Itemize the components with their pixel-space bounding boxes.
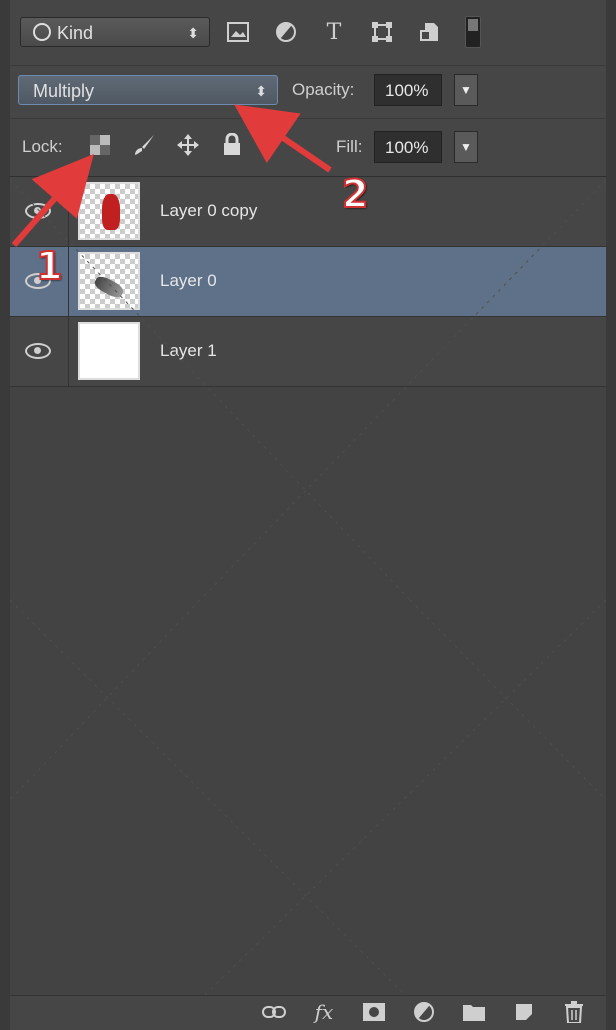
- panel-right-edge: [606, 0, 616, 1030]
- layer-name[interactable]: Layer 1: [160, 341, 217, 361]
- adjustment-filter-icon[interactable]: [273, 19, 299, 45]
- panel-left-edge: [0, 0, 10, 1030]
- visibility-eye-icon[interactable]: [24, 199, 52, 223]
- layer-divider: [68, 317, 69, 387]
- fill-dropdown-button[interactable]: ▼: [454, 131, 478, 163]
- layers-bottom-toolbar: fx: [10, 995, 606, 1030]
- lock-bar: Lock: Fill: 100% ▼: [10, 118, 606, 177]
- filter-icons: T: [225, 16, 481, 48]
- shape-filter-icon[interactable]: [369, 19, 395, 45]
- layers-panel: Kind ⬍ T Multiply ⬍ Opacity: 100% ▼ Lock…: [10, 0, 606, 1030]
- opacity-label: Opacity:: [292, 80, 355, 99]
- layer-thumbnail[interactable]: [78, 322, 140, 380]
- smart-object-filter-icon[interactable]: [417, 19, 443, 45]
- bottom-icons: fx: [262, 1000, 586, 1024]
- smudge-thumbnail-art: [92, 273, 126, 301]
- dropdown-arrows-icon: ⬍: [187, 25, 199, 41]
- add-mask-icon[interactable]: [362, 1000, 386, 1024]
- lock-label: Lock:: [22, 137, 63, 156]
- opacity-field[interactable]: 100%: [374, 74, 442, 106]
- layer-divider: [68, 247, 69, 317]
- image-filter-icon[interactable]: [225, 19, 251, 45]
- fill-field[interactable]: 100%: [374, 131, 442, 163]
- new-layer-icon[interactable]: [512, 1000, 536, 1024]
- opacity-dropdown-button[interactable]: ▼: [454, 74, 478, 106]
- blend-bar: Multiply ⬍ Opacity: 100% ▼: [10, 65, 606, 119]
- layer-name[interactable]: Layer 0: [160, 271, 217, 291]
- lock-icons: [88, 133, 244, 157]
- lock-position-move-icon[interactable]: [176, 133, 200, 157]
- type-filter-icon[interactable]: T: [321, 19, 347, 45]
- layer-style-fx-icon[interactable]: fx: [312, 1000, 336, 1024]
- layer-divider: [68, 177, 69, 247]
- annotation-number-1: 1: [35, 243, 63, 289]
- visibility-eye-icon[interactable]: [24, 339, 52, 363]
- filter-bar: Kind ⬍ T: [10, 0, 606, 65]
- red-figure-thumbnail-art: [102, 194, 120, 230]
- fill-label: Fill:: [336, 137, 363, 156]
- layer-name[interactable]: Layer 0 copy: [160, 201, 257, 221]
- layer-row[interactable]: Layer 1: [10, 317, 606, 387]
- blend-mode-select[interactable]: Multiply ⬍: [18, 75, 278, 105]
- filter-kind-select[interactable]: Kind ⬍: [20, 17, 210, 47]
- delete-trash-icon[interactable]: [562, 1000, 586, 1024]
- layer-thumbnail[interactable]: [78, 252, 140, 310]
- layer-row[interactable]: Layer 0 copy: [10, 177, 606, 247]
- layer-thumbnail[interactable]: [78, 182, 140, 240]
- search-icon: [33, 23, 51, 41]
- layer-row-selected[interactable]: Layer 0: [10, 247, 606, 317]
- blend-mode-value: Multiply: [33, 81, 95, 101]
- annotation-number-2: 2: [341, 171, 369, 217]
- dropdown-arrows-icon: ⬍: [255, 83, 267, 99]
- adjustment-layer-icon[interactable]: [412, 1000, 436, 1024]
- lock-all-icon[interactable]: [220, 133, 244, 157]
- filter-toggle-switch[interactable]: [465, 16, 481, 48]
- new-group-folder-icon[interactable]: [462, 1000, 486, 1024]
- link-layers-icon[interactable]: [262, 1000, 286, 1024]
- lock-transparent-pixels-icon[interactable]: [88, 133, 112, 157]
- lock-image-pixels-brush-icon[interactable]: [132, 133, 156, 157]
- filter-kind-label: Kind: [57, 23, 94, 43]
